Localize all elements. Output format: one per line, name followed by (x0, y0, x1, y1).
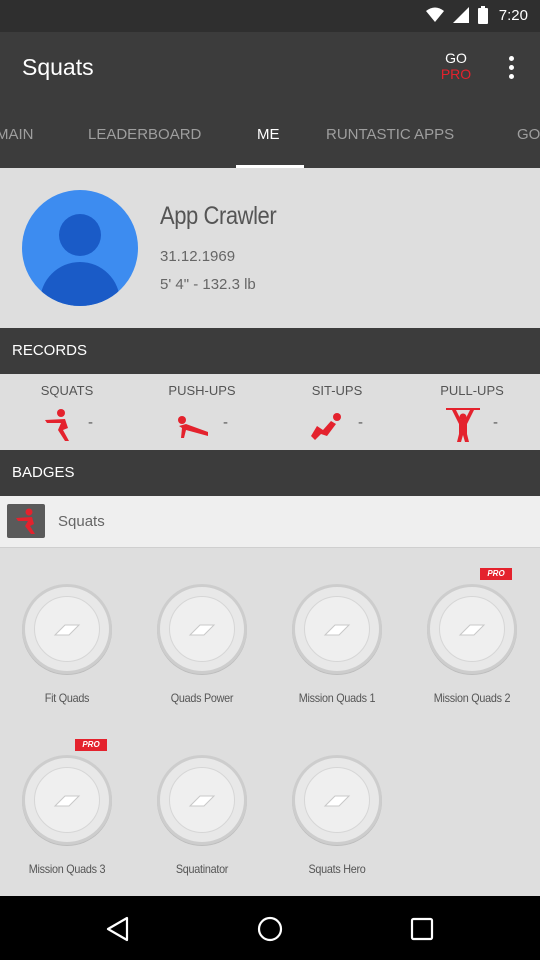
badge-item[interactable]: PRO Mission Quads 3 (7, 719, 127, 876)
badge-icon (427, 584, 517, 674)
tab-go[interactable]: GO (517, 104, 540, 168)
record-squats[interactable]: SQUATS - (17, 374, 117, 450)
tab-runtastic-apps[interactable]: RUNTASTIC APPS (326, 104, 454, 168)
user-height-weight: 5' 4" - 132.3 lb (160, 276, 256, 293)
pro-ribbon: PRO (480, 568, 512, 580)
squat-figure-icon (45, 409, 69, 441)
app-bar: Squats GO PRO (0, 32, 540, 104)
records-panel: SQUATS - PUSH-UPS - SIT-UPS - PULL-UPS - (0, 374, 540, 450)
badge-filter[interactable]: Squats (0, 496, 540, 548)
record-label: SIT-UPS (311, 383, 363, 398)
badge-label: Mission Quads 1 (298, 691, 376, 705)
tab-leaderboard[interactable]: LEADERBOARD (88, 104, 201, 168)
badge-item[interactable]: Squatinator (142, 719, 262, 876)
tab-me[interactable]: ME (257, 104, 280, 168)
pro-label: PRO (440, 66, 472, 82)
squat-filter-icon (7, 504, 45, 538)
status-icons: 7:20 (425, 6, 528, 24)
record-sit-ups[interactable]: SIT-UPS - (287, 374, 387, 450)
pro-ribbon: PRO (75, 739, 107, 751)
badge-label: Mission Quads 3 (28, 862, 106, 876)
avatar[interactable] (22, 190, 138, 306)
more-options-icon[interactable] (500, 52, 524, 84)
app-title: Squats (22, 54, 94, 80)
tab-main[interactable]: MAIN (0, 104, 34, 168)
badge-label: Quads Power (170, 691, 234, 705)
records-header: RECORDS (0, 328, 540, 374)
user-name: App Crawler (160, 202, 277, 230)
avatar-head (59, 214, 101, 256)
go-pro-button[interactable]: GO PRO (438, 50, 474, 82)
record-label: SQUATS (40, 383, 94, 398)
status-time: 7:20 (498, 6, 528, 24)
badge-label: Fit Quads (44, 691, 90, 705)
record-push-ups[interactable]: PUSH-UPS - (152, 374, 252, 450)
go-label: GO (445, 50, 467, 66)
signal-icon (452, 7, 469, 23)
sit-up-figure-icon (311, 413, 341, 440)
battery-icon (477, 6, 488, 24)
badge-icon (292, 755, 382, 845)
badge-icon (157, 584, 247, 674)
home-icon[interactable] (255, 914, 285, 944)
record-label: PULL-UPS (440, 383, 504, 398)
profile-card: App Crawler 31.12.1969 5' 4" - 132.3 lb (0, 168, 540, 328)
badge-label: Mission Quads 2 (433, 691, 511, 705)
badge-item[interactable]: Mission Quads 1 (277, 548, 397, 705)
record-value: - (223, 414, 228, 431)
badge-item[interactable]: Squats Hero (277, 719, 397, 876)
record-value: - (493, 414, 498, 431)
badge-label: Squatinator (175, 862, 229, 876)
avatar-body (40, 262, 120, 306)
filter-label: Squats (58, 513, 105, 530)
badges-header: BADGES (0, 450, 540, 496)
record-label: PUSH-UPS (168, 383, 236, 398)
badge-item[interactable]: Quads Power (142, 548, 262, 705)
badge-item[interactable]: PRO Mission Quads 2 (412, 548, 532, 705)
user-birthdate: 31.12.1969 (160, 248, 236, 265)
badge-icon (22, 584, 112, 674)
push-up-figure-icon (178, 416, 208, 438)
badge-icon (22, 755, 112, 845)
back-icon[interactable] (103, 914, 133, 944)
record-pull-ups[interactable]: PULL-UPS - (422, 374, 522, 450)
tab-bar: MAIN LEADERBOARD ME RUNTASTIC APPS GO (0, 104, 540, 168)
navigation-bar (0, 896, 540, 960)
badge-label: Squats Hero (308, 862, 366, 876)
badge-item[interactable]: Fit Quads (7, 548, 127, 705)
status-bar: 7:20 (0, 0, 540, 32)
pull-up-figure-icon (446, 408, 480, 442)
recent-apps-icon[interactable] (407, 914, 437, 944)
badge-icon (157, 755, 247, 845)
record-value: - (358, 414, 363, 431)
wifi-icon (425, 7, 444, 22)
badges-grid: Fit Quads Quads Power Mission Quads 1 PR… (0, 548, 540, 896)
record-value: - (88, 414, 93, 431)
badge-icon (292, 584, 382, 674)
